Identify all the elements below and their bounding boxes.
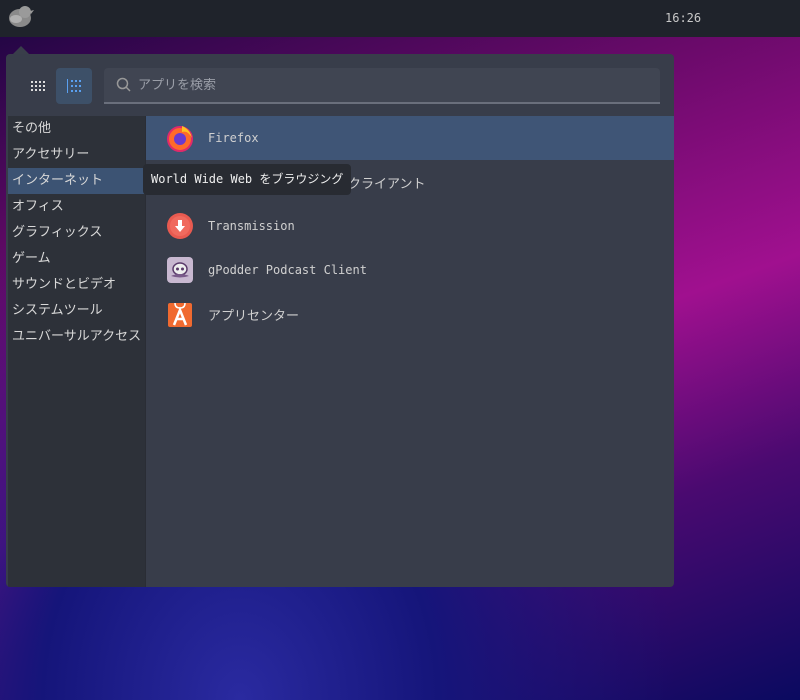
category-view-button[interactable]	[56, 68, 92, 104]
app-name: Transmission	[208, 219, 295, 233]
category-universal-access[interactable]: ユニバーサルアクセス	[8, 324, 145, 350]
search-field[interactable]	[104, 68, 660, 104]
category-accessories[interactable]: アクセサリー	[8, 142, 145, 168]
search-icon	[116, 77, 131, 92]
category-internet[interactable]: インターネット	[8, 168, 145, 194]
category-games[interactable]: ゲーム	[8, 246, 145, 272]
app-name: アプリセンター	[208, 308, 300, 324]
category-list: その他 アクセサリー インターネット オフィス グラフィックス ゲーム サウンド…	[8, 116, 145, 587]
app-center-icon	[166, 300, 194, 328]
category-other[interactable]: その他	[8, 116, 145, 142]
search-input[interactable]	[138, 77, 638, 93]
category-sound-video[interactable]: サウンドとビデオ	[8, 272, 145, 298]
category-office[interactable]: オフィス	[8, 194, 145, 220]
bird-logo-icon[interactable]	[6, 4, 34, 28]
transmission-icon	[166, 212, 194, 240]
category-system-tools[interactable]: システムツール	[8, 298, 145, 324]
app-item-app-center[interactable]: アプリセンター	[146, 292, 674, 336]
clock[interactable]: 16:26	[665, 11, 701, 25]
tooltip: World Wide Web をブラウジング	[143, 164, 352, 195]
grid-icon	[31, 81, 45, 91]
category-list-icon	[67, 79, 81, 93]
firefox-icon	[166, 124, 194, 152]
app-name: クライアント	[348, 176, 426, 192]
top-panel: 16:26	[0, 0, 800, 37]
gpodder-icon	[166, 256, 194, 284]
app-item-transmission[interactable]: Transmission	[146, 204, 674, 248]
grid-view-button[interactable]	[20, 68, 56, 104]
app-menu: その他 アクセサリー インターネット オフィス グラフィックス ゲーム サウンド…	[6, 54, 674, 587]
app-name: Firefox	[208, 131, 259, 145]
category-graphics[interactable]: グラフィックス	[8, 220, 145, 246]
app-item-gpodder[interactable]: gPodder Podcast Client	[146, 248, 674, 292]
app-name: gPodder Podcast Client	[208, 263, 367, 277]
app-item-firefox[interactable]: Firefox	[146, 116, 674, 160]
